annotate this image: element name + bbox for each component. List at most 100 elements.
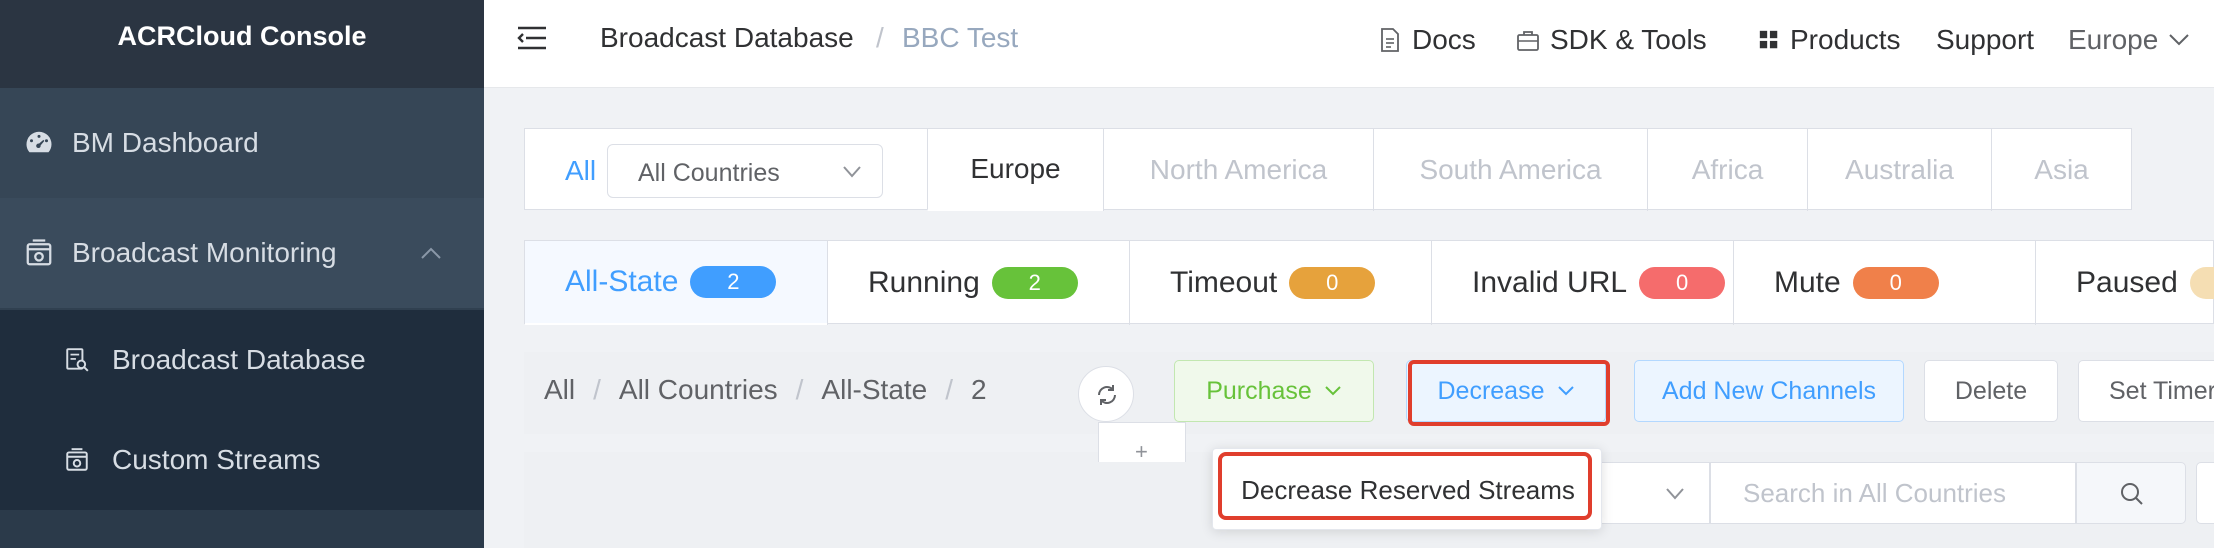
breadcrumb-separator: /: [876, 22, 884, 53]
sidebar-submenu: Broadcast Database Custom Streams: [0, 310, 484, 510]
chevron-down-icon: [1666, 488, 1684, 500]
refresh-icon: [1098, 385, 1116, 405]
region-tab-label: North America: [1149, 154, 1328, 185]
set-timer-label: Set Timer: [2109, 376, 2214, 405]
tab-mute[interactable]: Mute 0: [1733, 241, 2035, 325]
state-tab-label: Invalid URL: [1472, 266, 1628, 299]
country-select-value: All Countries: [638, 159, 780, 187]
top-navbar: Broadcast Database / BBC Test Docs SDK &…: [484, 0, 2214, 88]
stream-icon: [66, 448, 88, 471]
docs-link[interactable]: Docs: [1378, 24, 1476, 56]
region-tab-africa[interactable]: Africa: [1647, 129, 1807, 211]
region-filter-bar: All All Countries Europe North America S…: [524, 128, 2214, 211]
sidebar-subitem-label: Broadcast Database: [112, 344, 366, 375]
purchase-button[interactable]: Purchase: [1174, 360, 1374, 422]
extra-control[interactable]: [2196, 462, 2214, 524]
breadcrumb-current: BBC Test: [902, 22, 1019, 53]
region-tab-australia[interactable]: Australia: [1807, 129, 1991, 211]
count-badge: 2: [991, 267, 1078, 299]
sidebar-item-broadcast-monitoring[interactable]: Broadcast Monitoring: [0, 198, 484, 308]
chevron-down-icon: [2169, 34, 2190, 46]
search-input[interactable]: Search in All Countries: [1710, 462, 2076, 524]
count-badge: 0: [1852, 267, 1939, 299]
add-new-channels-button[interactable]: Add New Channels: [1634, 360, 1904, 422]
region-tab-label: Africa: [1691, 154, 1764, 185]
path-separator: /: [795, 374, 804, 405]
region-tab-south-america[interactable]: South America: [1373, 129, 1647, 211]
filter-path-item: All Countries: [618, 374, 778, 405]
count-badge: 2: [690, 266, 777, 298]
document-icon: [1381, 28, 1399, 52]
region-selector[interactable]: Europe: [2068, 24, 2190, 56]
filter-path-item: All-State: [821, 374, 928, 405]
toolbox-icon: [1517, 31, 1539, 51]
broadcast-icon: [26, 239, 52, 266]
region-tab-north-america[interactable]: North America: [1103, 129, 1373, 211]
support-link[interactable]: Support: [1936, 24, 2034, 56]
region-tab-label: Australia: [1845, 154, 1954, 185]
region-tab-europe[interactable]: Europe: [927, 129, 1103, 211]
purchase-label: Purchase: [1206, 376, 1312, 405]
sidebar: ACRCloud Console BM Dashboard Broadcast …: [0, 0, 484, 548]
chevron-down-icon: [843, 166, 861, 178]
grid-icon: [1759, 30, 1778, 49]
sidebar-next-item[interactable]: [0, 510, 484, 548]
country-select[interactable]: All Countries: [607, 144, 883, 198]
region-tab-asia[interactable]: Asia: [1991, 129, 2131, 211]
region-all-link[interactable]: All: [565, 155, 596, 187]
sidebar-item-label: Broadcast Monitoring: [72, 237, 337, 268]
chevron-up-icon: [421, 247, 441, 259]
filter-path-count: 2: [971, 374, 987, 405]
sdk-tools-link[interactable]: SDK & Tools: [1516, 24, 1707, 56]
state-tab-label: All-State: [565, 265, 679, 298]
tab-running[interactable]: Running 2: [827, 241, 1129, 325]
tab-all-state[interactable]: All-State 2: [525, 241, 827, 325]
path-separator: /: [945, 374, 954, 405]
search-icon: [2121, 483, 2143, 505]
sidebar-item-custom-streams[interactable]: Custom Streams: [0, 410, 484, 510]
add-tab-button[interactable]: +: [1098, 422, 1186, 464]
tab-timeout[interactable]: Timeout 0: [1129, 241, 1431, 325]
state-tab-label: Timeout: [1170, 266, 1278, 299]
app-logo-title[interactable]: ACRCloud Console: [0, 0, 484, 88]
plus-icon: +: [1135, 439, 1148, 464]
docs-label: Docs: [1412, 24, 1476, 55]
tab-invalid-url[interactable]: Invalid URL 0: [1431, 241, 1733, 325]
products-label: Products: [1790, 24, 1901, 55]
dashboard-icon: [26, 131, 52, 153]
region-tab-label: Asia: [2034, 154, 2089, 185]
products-link[interactable]: Products: [1758, 24, 1901, 56]
state-tab-label: Mute: [1774, 266, 1841, 299]
delete-button[interactable]: Delete: [1924, 360, 2058, 422]
sidebar-item-bm-dashboard[interactable]: BM Dashboard: [0, 88, 484, 198]
database-search-icon: [66, 348, 89, 372]
breadcrumb-broadcast-database[interactable]: Broadcast Database: [600, 22, 854, 54]
add-channels-label: Add New Channels: [1661, 376, 1876, 405]
chevron-down-icon: [1325, 386, 1341, 396]
dropdown-highlight-box: [1218, 452, 1592, 520]
sidebar-item-label: BM Dashboard: [72, 127, 259, 158]
sidebar-subitem-label: Custom Streams: [112, 444, 321, 475]
support-label: Support: [1936, 24, 2035, 55]
search-button[interactable]: [2076, 462, 2186, 524]
region-tab-label: Europe: [970, 153, 1061, 184]
state-tab-label: Running: [868, 266, 980, 299]
region-label: Europe: [2068, 24, 2159, 55]
decrease-highlight-box: [1408, 360, 1610, 426]
filter-path: All / All Countries / All-State / 2: [544, 374, 987, 406]
set-timer-button[interactable]: Set Timer: [2078, 360, 2214, 422]
state-tab-label: Paused: [2076, 266, 2178, 299]
count-badge: 0: [1289, 267, 1376, 299]
menu-toggle-icon[interactable]: [516, 22, 548, 54]
action-toolbar: All / All Countries / All-State / 2 Purchase D…: [524, 352, 2214, 434]
sidebar-item-broadcast-database[interactable]: Broadcast Database: [0, 310, 484, 410]
tab-paused[interactable]: Paused: [2035, 241, 2214, 325]
filter-path-item: All: [544, 374, 576, 405]
region-tabs-box: All All Countries Europe North America S…: [524, 128, 2132, 211]
count-badge: 0: [1639, 267, 1726, 299]
path-separator: /: [593, 374, 601, 405]
state-tabs: All-State 2 Running 2 Timeout 0 Invalid …: [524, 240, 2214, 325]
refresh-button[interactable]: [1078, 366, 1134, 422]
delete-label: Delete: [1954, 376, 2028, 405]
count-badge: [2189, 267, 2214, 299]
